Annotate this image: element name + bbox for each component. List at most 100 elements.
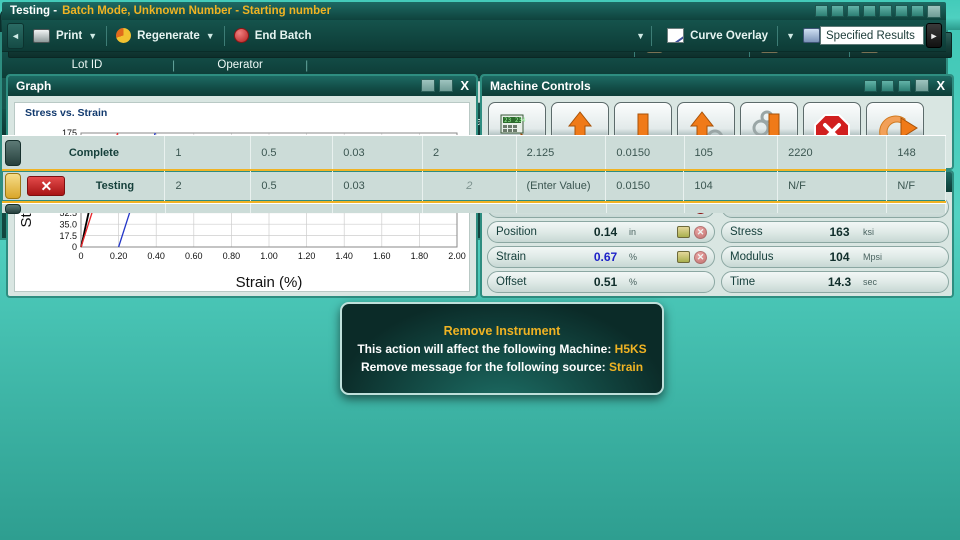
table-cell[interactable]: [251, 204, 334, 213]
table-cell[interactable]: 148: [887, 136, 946, 169]
end-batch-label: End Batch: [254, 29, 312, 42]
table-cell[interactable]: 2: [423, 136, 517, 169]
live-data-offset[interactable]: Offset 0.51%: [487, 271, 715, 293]
row-drag-handle[interactable]: [2, 171, 23, 201]
table-cell[interactable]: 2: [165, 171, 252, 201]
live-data-value: 104: [829, 250, 850, 264]
close-icon[interactable]: X: [933, 78, 948, 93]
svg-text:35.0: 35.0: [59, 219, 77, 229]
lot-header-cell[interactable]: Operator: [175, 59, 305, 71]
live-data-row-icons: ✕: [677, 250, 707, 264]
dialog-title: Remove Instrument: [443, 323, 561, 338]
graph-panel-window-buttons: X: [421, 78, 472, 93]
edit-icon[interactable]: [847, 5, 860, 17]
font-icon[interactable]: [911, 5, 924, 17]
svg-text:1.20: 1.20: [298, 251, 316, 261]
live-data-row-icons: ✕: [677, 225, 707, 239]
table-cell[interactable]: [423, 204, 517, 213]
load-layout-icon[interactable]: [881, 79, 895, 92]
table-cell[interactable]: N/F: [887, 171, 946, 201]
table-cell[interactable]: 2: [423, 171, 517, 201]
maximize-icon[interactable]: [915, 79, 930, 92]
application-window: Recall Tab H5KS X MP1200 🔧 🎯 Machine Sta…: [0, 0, 960, 540]
svg-text:1.60: 1.60: [373, 251, 391, 261]
table-cell[interactable]: [887, 204, 946, 213]
maximize-icon[interactable]: [927, 4, 941, 18]
specified-results-dropdown[interactable]: ►: [926, 23, 942, 48]
svg-text:1.40: 1.40: [335, 251, 353, 261]
row-status-cell[interactable]: ✕ Testing: [23, 171, 166, 201]
meter-icon[interactable]: [677, 251, 690, 263]
row-status-cell[interactable]: Complete: [23, 136, 166, 169]
end-batch-button[interactable]: End Batch: [225, 21, 321, 51]
print-button[interactable]: Print ▼: [24, 21, 106, 51]
curve-overlay-button[interactable]: Curve Overlay: [658, 21, 777, 51]
specified-results-input[interactable]: Specified Results: [820, 26, 924, 45]
table-cell[interactable]: 2.125: [517, 136, 607, 169]
table-cell[interactable]: [685, 204, 779, 213]
chevron-down-icon[interactable]: ▼: [206, 31, 215, 41]
export-icon[interactable]: [898, 79, 912, 92]
table-cell[interactable]: N/F: [778, 171, 888, 201]
save-icon[interactable]: [879, 5, 892, 17]
table-cell[interactable]: [607, 204, 685, 213]
row-drag-handle[interactable]: [2, 136, 23, 169]
table-cell[interactable]: 105: [685, 136, 779, 169]
lot-header-cell[interactable]: Lot ID: [2, 59, 172, 71]
live-data-position[interactable]: Position 0.14 in ✕: [487, 221, 715, 243]
chevron-down-icon[interactable]: ▼: [88, 31, 97, 41]
table-cell[interactable]: [778, 204, 888, 213]
table-row[interactable]: ✕ Testing 2 0.5 0.03 2 (Enter Value) 0.0150 104 N…: [2, 169, 946, 203]
table-cell[interactable]: 0.03: [333, 171, 424, 201]
table-cell[interactable]: (Enter Value): [517, 171, 607, 201]
table-cell[interactable]: 0.5: [251, 171, 334, 201]
table-cell[interactable]: [23, 204, 166, 213]
table-cell[interactable]: 1: [165, 136, 252, 169]
live-data-value: 0.14: [593, 225, 618, 239]
chevron-down-icon[interactable]: ▼: [636, 31, 645, 41]
table-row[interactable]: [2, 203, 946, 214]
restore-icon[interactable]: [421, 79, 436, 92]
table-cell[interactable]: [166, 204, 252, 213]
chevron-down-icon[interactable]: ▼: [786, 31, 795, 41]
close-icon[interactable]: X: [457, 78, 472, 93]
report-icon[interactable]: [831, 5, 844, 17]
export-icon[interactable]: [895, 5, 908, 17]
row-handle-icon: [4, 173, 21, 199]
curve-overlay-label: Curve Overlay: [690, 29, 769, 42]
copy-icon[interactable]: [863, 5, 876, 17]
remove-icon[interactable]: ✕: [694, 225, 707, 239]
table-cell[interactable]: [517, 204, 607, 213]
live-data-unit: sec: [863, 277, 878, 287]
live-data-strain[interactable]: Strain 0.67% ✕: [487, 246, 715, 268]
column-divider[interactable]: |: [305, 58, 308, 72]
testing-title-bar: Testing - Batch Mode, Unknown Number - S…: [2, 2, 946, 20]
testing-title-label: Testing -: [10, 5, 58, 17]
table-cell[interactable]: 0.5: [251, 136, 334, 169]
specified-results-icon: [803, 28, 820, 43]
print-label: Print: [56, 29, 83, 42]
save-layout-icon[interactable]: [864, 79, 878, 92]
chart-icon[interactable]: [815, 5, 828, 17]
table-cell[interactable]: [333, 204, 424, 213]
dialog-machine-value: H5KS: [614, 341, 647, 356]
table-cell[interactable]: 0.0150: [606, 136, 685, 169]
row-drag-handle[interactable]: [2, 203, 23, 214]
machine-controls-window-buttons: X: [864, 78, 948, 93]
live-data-modulus[interactable]: Modulus 104 Mpsi: [721, 246, 949, 268]
regenerate-button[interactable]: Regenerate ▼: [107, 21, 224, 51]
table-row[interactable]: Complete 1 0.5 0.03 2 2.125 0.0150 105 2220 148: [2, 135, 946, 169]
remove-icon[interactable]: ✕: [694, 250, 707, 264]
maximize-icon[interactable]: [439, 79, 454, 92]
live-data-value: 14.3: [827, 275, 852, 289]
table-cell[interactable]: 0.0150: [606, 171, 685, 201]
abort-icon[interactable]: ✕: [27, 176, 66, 196]
live-data-time[interactable]: Time 14.3 sec: [721, 271, 949, 293]
table-cell[interactable]: 0.03: [333, 136, 423, 169]
nav-prev-button[interactable]: ◄: [7, 22, 24, 49]
meter-icon[interactable]: [677, 226, 690, 238]
table-cell[interactable]: 104: [684, 171, 779, 201]
remove-instrument-dialog[interactable]: Remove Instrument This action will affec…: [340, 302, 664, 395]
live-data-stress[interactable]: Stress 163 ksi: [721, 221, 949, 243]
table-cell[interactable]: 2220: [778, 136, 888, 169]
